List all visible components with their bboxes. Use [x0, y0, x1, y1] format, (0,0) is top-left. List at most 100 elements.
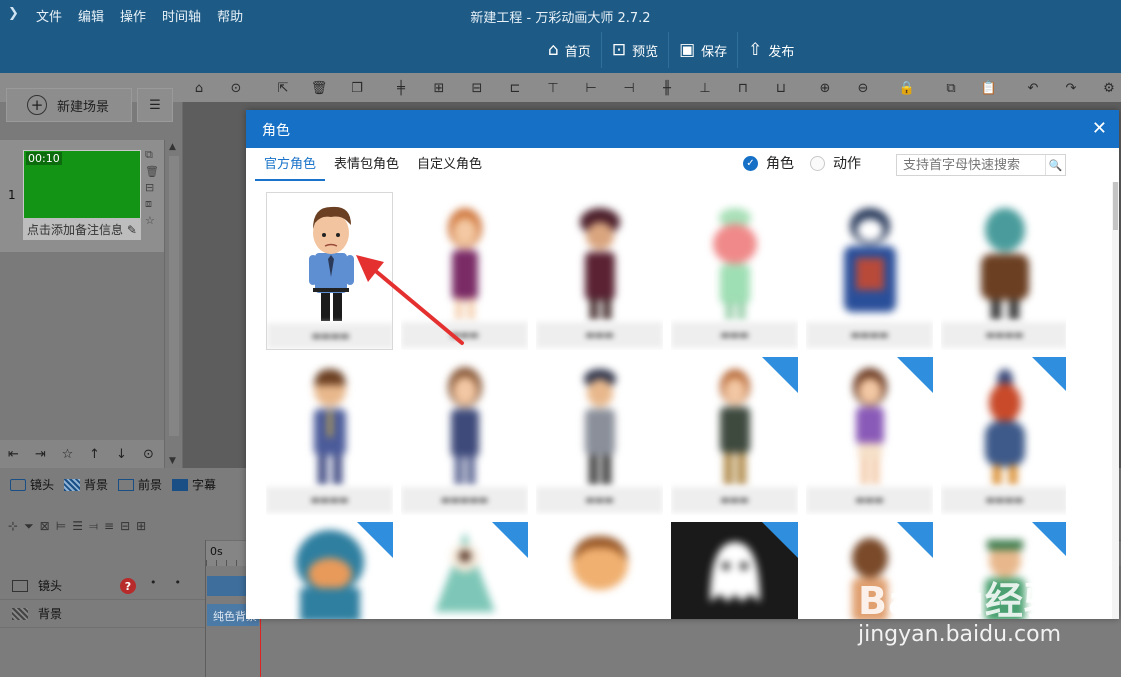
scene-scrollbar[interactable]: ▲ ▼ — [164, 140, 182, 468]
character-card[interactable]: ▬▬▬ — [536, 192, 663, 350]
tab-camera[interactable]: 镜头 — [10, 476, 54, 493]
home-button[interactable]: ⌂ 首页 — [538, 32, 602, 68]
scene-note-field[interactable]: 点击添加备注信息 ✎ — [23, 218, 141, 240]
zoom-in-icon[interactable]: ⊕ — [814, 77, 836, 99]
character-card[interactable] — [401, 522, 528, 619]
camera-clip[interactable] — [207, 576, 247, 596]
track-options-icon[interactable]: •• — [150, 576, 199, 589]
filter-icon[interactable]: ⏷ — [24, 519, 34, 534]
target-icon[interactable]: ⊹ — [8, 519, 18, 533]
favorite-scene-icon[interactable]: ☆ — [145, 214, 159, 227]
duplicate-scene-icon[interactable]: ⊟ — [145, 181, 159, 194]
close-icon[interactable]: ✕ — [1092, 118, 1107, 139]
group-icon[interactable]: ⊟ — [466, 77, 488, 99]
character-card[interactable]: ▬▬▬▬ — [941, 192, 1066, 350]
action-radio[interactable] — [810, 155, 825, 171]
character-card[interactable]: ▬▬▬▬▬ — [401, 357, 528, 515]
track-row-camera[interactable]: 镜头 ? •• — [0, 572, 206, 600]
align-left-icon[interactable]: ⊢ — [580, 77, 602, 99]
character-card[interactable] — [941, 522, 1066, 619]
scroll-down-icon[interactable]: ▼ — [169, 456, 176, 466]
settings-icon[interactable]: ⚙ — [1098, 77, 1120, 99]
track-row-background[interactable]: 背景 — [0, 600, 206, 628]
tab-background[interactable]: 背景 — [64, 476, 108, 493]
character-card[interactable] — [806, 522, 933, 619]
distribute-tl-icon[interactable]: ≡ — [104, 519, 114, 533]
align-center-tl-icon[interactable]: ☰ — [72, 519, 83, 533]
zoom-out-icon[interactable]: ⊖ — [852, 77, 874, 99]
import-icon[interactable]: ⇱ — [272, 77, 294, 99]
search-input[interactable] — [897, 155, 1045, 175]
character-card[interactable]: ▬▬▬ — [536, 357, 663, 515]
search-icon[interactable]: 🔍 — [1045, 155, 1065, 175]
clear-icon[interactable]: ⊠ — [40, 519, 50, 533]
character-card[interactable]: ▬▬▬ — [401, 192, 528, 350]
new-scene-button[interactable]: + 新建场景 — [6, 88, 132, 122]
height-icon[interactable]: ⊔ — [770, 77, 792, 99]
collapse-tl-icon[interactable]: ⊟ — [120, 519, 130, 533]
character-card[interactable]: ▬▬▬ — [806, 357, 933, 515]
ungroup-icon[interactable]: ⊏ — [504, 77, 526, 99]
scroll-thumb[interactable] — [169, 156, 179, 436]
character-card[interactable]: ▬▬▬▬ — [266, 357, 393, 515]
premium-badge-icon — [1032, 522, 1066, 558]
redo-icon[interactable]: ↷ — [1060, 77, 1082, 99]
align-center-icon[interactable]: ╪ — [390, 77, 412, 99]
character-card[interactable]: ▬▬▬ — [671, 192, 798, 350]
tab-subtitle[interactable]: 字幕 — [172, 476, 216, 493]
character-card[interactable]: ▬▬▬▬ — [941, 357, 1066, 515]
character-name-blurred: ▬▬▬▬ — [941, 322, 1066, 348]
scroll-up-icon[interactable]: ▲ — [169, 142, 176, 152]
save-button[interactable]: ▣ 保存 — [669, 32, 739, 68]
distribute-icon[interactable]: ⊞ — [428, 77, 450, 99]
character-card[interactable]: ▬▬▬ — [671, 357, 798, 515]
character-card[interactable]: ▬▬▬▬ — [266, 192, 393, 350]
character-card[interactable] — [671, 522, 798, 619]
more-icon[interactable]: ⊙ — [225, 77, 247, 99]
undo-icon[interactable]: ↶ — [1022, 77, 1044, 99]
layer-icon[interactable]: ❐ — [346, 77, 368, 99]
new-scene-label: 新建场景 — [57, 99, 110, 115]
scene-menu-button[interactable]: ☰ — [137, 88, 173, 122]
character-card[interactable]: ▬▬▬▬ — [806, 192, 933, 350]
move-down-icon[interactable]: ↓ — [108, 440, 135, 468]
dialog-scroll-thumb[interactable] — [1113, 182, 1118, 230]
delete-scene-icon[interactable]: 🗑 — [145, 165, 159, 178]
align-right-icon[interactable]: ⊣ — [618, 77, 640, 99]
publish-button[interactable]: ⇧ 发布 — [738, 32, 804, 68]
dialog-scrollbar[interactable] — [1112, 182, 1119, 619]
role-radio[interactable]: ✓ — [743, 155, 758, 171]
move-up-icon[interactable]: ↑ — [81, 440, 108, 468]
character-card[interactable] — [536, 522, 663, 619]
align-right-tl-icon[interactable]: ⫤ — [89, 519, 98, 534]
tab-custom-characters[interactable]: 自定义角色 — [408, 153, 491, 181]
delete-icon[interactable]: 🗑 — [308, 77, 330, 99]
import-scene-icon[interactable]: ⇤ — [0, 440, 27, 468]
edit-icon[interactable]: ✎ — [127, 223, 137, 237]
scene-item[interactable]: 1 00:10 点击添加备注信息 ✎ — [0, 140, 164, 252]
align-bottom-icon[interactable]: ⊥ — [694, 77, 716, 99]
character-card[interactable] — [266, 522, 393, 619]
transition-icon[interactable]: ⧈ — [145, 197, 159, 211]
copy-scene-icon[interactable]: ⧉ — [145, 148, 159, 162]
star-icon[interactable]: ☆ — [54, 440, 81, 468]
width-icon[interactable]: ⊓ — [732, 77, 754, 99]
save-label: 保存 — [701, 44, 728, 60]
copy-icon[interactable]: ⧉ — [940, 77, 962, 99]
align-top-icon[interactable]: ⊤ — [542, 77, 564, 99]
lock-icon[interactable]: 🔒 — [896, 77, 918, 99]
help-icon[interactable]: ? — [120, 578, 136, 594]
expand-tl-icon[interactable]: ⊞ — [136, 519, 146, 533]
paste-icon[interactable]: 📋 — [978, 77, 1000, 99]
character-thumbnail — [266, 357, 393, 485]
tab-foreground[interactable]: 前景 — [118, 476, 162, 493]
preview-button[interactable]: ⊡ 预览 — [602, 32, 670, 68]
export-scene-icon[interactable]: ⇥ — [27, 440, 54, 468]
home-tool-icon[interactable]: ⌂ — [188, 77, 210, 99]
tab-official-characters[interactable]: 官方角色 — [255, 153, 326, 181]
list-icon: ☰ — [149, 97, 161, 113]
align-middle-icon[interactable]: ╫ — [656, 77, 678, 99]
align-left-tl-icon[interactable]: ⊨ — [56, 519, 66, 533]
tab-emoji-characters[interactable]: 表情包角色 — [325, 153, 408, 181]
more-options-icon[interactable]: ⊙ — [135, 440, 162, 468]
